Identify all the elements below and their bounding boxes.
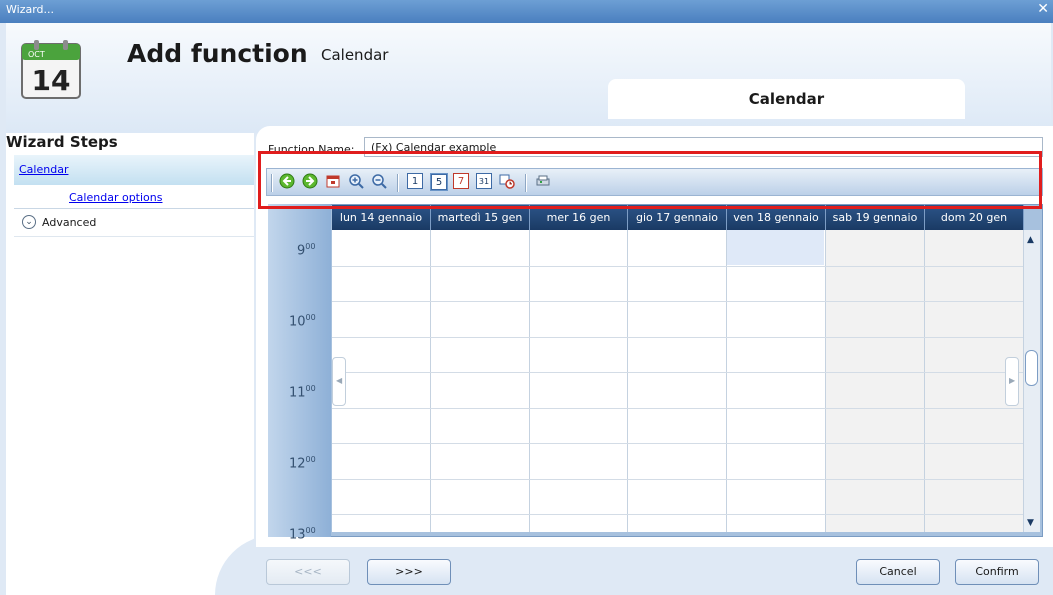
gridline xyxy=(332,337,1024,338)
scroll-up-icon[interactable]: ▲ xyxy=(1027,235,1034,245)
time-label-hour: 11 xyxy=(289,385,306,401)
day-header[interactable]: mer 16 gen xyxy=(530,205,628,230)
day-header[interactable]: lun 14 gennaio xyxy=(332,205,431,230)
wizard-step-calendar-link[interactable]: Calendar xyxy=(19,163,68,176)
day-header[interactable]: dom 20 gen xyxy=(925,205,1024,230)
calendar-toolbar: 1 5 7 31 xyxy=(266,168,1043,196)
forward-arrow-icon[interactable] xyxy=(302,173,320,191)
day-column[interactable] xyxy=(628,230,727,532)
tab-calendar[interactable]: Calendar xyxy=(608,79,965,119)
day-header[interactable]: sab 19 gennaio xyxy=(826,205,925,230)
timeline-view-icon[interactable] xyxy=(499,173,517,191)
gridline xyxy=(332,479,1024,480)
day-header[interactable]: martedì 15 gen xyxy=(431,205,530,230)
toolbar-separator xyxy=(271,174,273,192)
week-view-icon[interactable]: 7 xyxy=(453,173,471,191)
scroll-right-button[interactable]: ▶ xyxy=(1005,357,1019,406)
time-label-minutes: 00 xyxy=(305,242,316,251)
today-icon[interactable] xyxy=(325,173,343,191)
day-column[interactable] xyxy=(431,230,530,532)
time-label-hour: 12 xyxy=(289,456,306,472)
page-subtitle: Calendar xyxy=(321,46,389,64)
selected-time-slot[interactable] xyxy=(727,230,824,265)
month-view-icon[interactable]: 31 xyxy=(476,173,494,191)
work-week-view-icon[interactable]: 5 xyxy=(430,173,448,191)
time-label-hour: 10 xyxy=(289,314,306,330)
time-label-minutes: 00 xyxy=(305,455,316,464)
chevron-down-icon[interactable]: ⌄ xyxy=(22,215,36,229)
time-label: 1300 xyxy=(289,526,316,542)
wizard-window: Wizard... ✕ OCT 14 Add function Calendar… xyxy=(0,0,1053,595)
wizard-steps-heading: Wizard Steps xyxy=(6,133,118,151)
close-icon[interactable]: ✕ xyxy=(1037,1,1049,17)
time-label: 900 xyxy=(297,242,315,258)
scrollbar-thumb[interactable] xyxy=(1025,350,1038,386)
wizard-step-calendar[interactable]: Calendar xyxy=(14,155,254,185)
back-button[interactable]: <<< xyxy=(266,559,350,585)
wizard-steps-panel: Wizard Steps Calendar Calendar options ⌄… xyxy=(6,133,254,595)
day-column[interactable] xyxy=(826,230,925,532)
next-button[interactable]: >>> xyxy=(367,559,451,585)
wizard-step-calendar-options-link[interactable]: Calendar options xyxy=(69,191,162,204)
gridline xyxy=(332,408,1024,409)
scroll-left-button[interactable]: ◀ xyxy=(332,357,346,406)
gridline xyxy=(332,443,1024,444)
vertical-scrollbar[interactable]: ▲ ▼ xyxy=(1023,230,1040,532)
wizard-step-advanced[interactable]: ⌄ Advanced xyxy=(14,209,254,237)
time-label: 1000 xyxy=(289,313,316,329)
wizard-step-calendar-options[interactable]: Calendar options xyxy=(14,185,254,209)
gridline xyxy=(332,514,1024,515)
day-view-icon[interactable]: 1 xyxy=(407,173,425,191)
zoom-out-icon[interactable] xyxy=(371,173,389,191)
wizard-step-advanced-label: Advanced xyxy=(42,216,97,229)
scroll-down-icon[interactable]: ▼ xyxy=(1027,518,1034,528)
gridline xyxy=(332,372,1024,373)
calendar-icon-day: 14 xyxy=(32,64,71,97)
time-label-hour: 13 xyxy=(289,527,306,543)
gridline xyxy=(332,266,1024,267)
toolbar-separator xyxy=(525,174,527,192)
day-header[interactable]: ven 18 gennaio xyxy=(727,205,826,230)
time-label: 1100 xyxy=(289,384,316,400)
time-label-minutes: 00 xyxy=(305,313,316,322)
day-column[interactable] xyxy=(530,230,628,532)
window-title: Wizard... xyxy=(6,3,55,16)
day-column[interactable] xyxy=(727,230,826,532)
zoom-in-icon[interactable] xyxy=(348,173,366,191)
time-label-minutes: 00 xyxy=(305,526,316,535)
page-title: Add function xyxy=(127,39,308,68)
calendar-icon: OCT 14 xyxy=(21,40,81,99)
time-label-minutes: 00 xyxy=(305,384,316,393)
function-name-label: Function Name: xyxy=(268,143,355,156)
print-icon[interactable] xyxy=(535,173,553,191)
toolbar-separator xyxy=(397,174,399,192)
function-name-input[interactable] xyxy=(364,137,1043,157)
gridline xyxy=(332,301,1024,302)
calendar-icon-month: OCT xyxy=(28,50,45,59)
confirm-button[interactable]: Confirm xyxy=(955,559,1039,585)
cancel-button[interactable]: Cancel xyxy=(856,559,940,585)
time-label: 1200 xyxy=(289,455,316,471)
back-arrow-icon[interactable] xyxy=(279,173,297,191)
day-column[interactable] xyxy=(332,230,431,532)
title-bar: Wizard... ✕ xyxy=(0,0,1053,23)
day-header[interactable]: gio 17 gennaio xyxy=(628,205,727,230)
